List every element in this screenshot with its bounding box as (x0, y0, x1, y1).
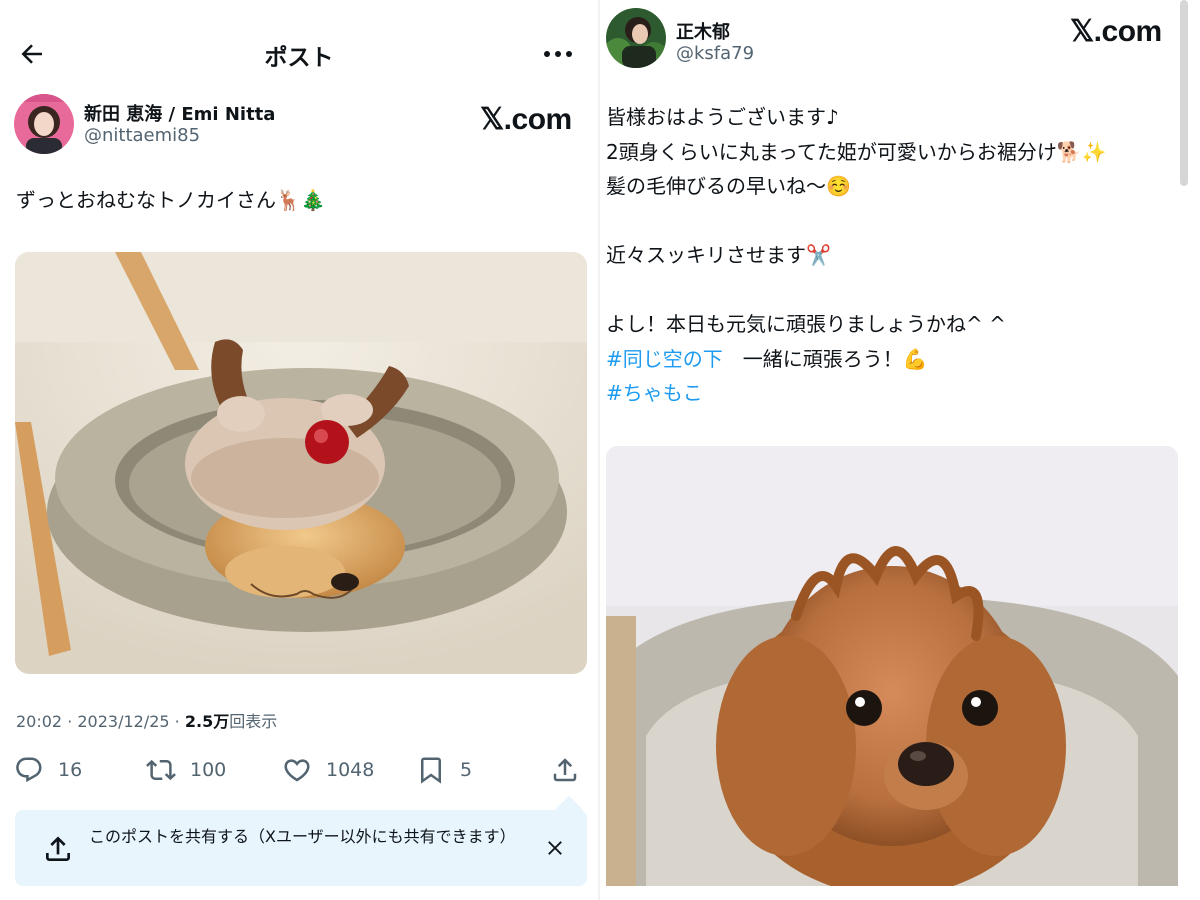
like-button[interactable]: 1048 (282, 748, 374, 792)
scrollbar[interactable] (1180, 0, 1188, 186)
bookmark-icon (421, 757, 441, 784)
bookmark-count: 5 (460, 759, 473, 781)
author-handle[interactable]: @nittaemi85 (84, 125, 200, 146)
reply-count: 16 (58, 759, 83, 781)
top-bar: ポスト (0, 22, 598, 82)
author-name[interactable]: 正木郁 (676, 18, 730, 44)
reply-icon (16, 757, 42, 783)
avatar-image (14, 94, 74, 154)
bookmark-button[interactable]: 5 (416, 748, 472, 792)
x-com-watermark: 𝕏.com (480, 103, 572, 136)
heart-icon (284, 759, 310, 782)
author-name[interactable]: 新田 恵海 / Emi Nitta (84, 100, 275, 126)
repost-count: 100 (190, 759, 227, 781)
share-icon (553, 758, 577, 782)
x-com-watermark: 𝕏.com (1070, 15, 1162, 48)
post-line: 髪の毛伸びるの早いね〜☺️ (606, 174, 851, 198)
share-button[interactable] (550, 748, 580, 792)
post-line: よし！本日も元気に頑張りましょうかね^ ^ (606, 312, 1006, 336)
repost-icon (146, 759, 176, 781)
more-button[interactable] (538, 38, 578, 70)
post-text: 皆様おはようございます♪ 2頭身くらいに丸まってた姫が可愛いからお裾分け🐕✨ 髪… (606, 100, 1166, 411)
post-line-rest: 一緒に頑張ろう！💪 (722, 346, 928, 371)
post-text: ずっとおねむなトノカイさん🦌🎄 (16, 188, 326, 212)
avatar[interactable] (14, 94, 74, 154)
sleeping-chihuahua-reindeer-hat-photo (15, 252, 587, 674)
screenshot-collage: ポスト 新田 恵海 / Emi Nitta @nittaemi85 𝕏.com … (0, 0, 1200, 900)
hashtag-link[interactable]: #同じ空の下 (606, 347, 723, 371)
share-banner[interactable]: このポストを共有する（Xユーザー以外にも共有できます） (15, 810, 587, 886)
page-title: ポスト (264, 45, 334, 71)
post-line: #ちゃもこ (606, 376, 1166, 411)
author-handle[interactable]: @ksfa79 (676, 43, 754, 64)
close-icon (548, 841, 562, 855)
upload-icon (41, 832, 75, 866)
post-date: 2023/12/25 (77, 712, 170, 731)
post-line: 2頭身くらいに丸まってた姫が可愛いからお裾分け🐕✨ (606, 139, 1107, 164)
action-bar: 16 100 1048 5 (0, 748, 598, 792)
second-post-panel: 正木郁 @ksfa79 𝕏.com 皆様おはようございます♪ 2頭身くらいに丸ま… (600, 0, 1200, 900)
fluffy-toy-poodle-photo (606, 446, 1178, 886)
repost-button[interactable]: 100 (146, 748, 226, 792)
post-line: 近々スッキリさせます✂️ (606, 243, 831, 267)
post-meta: 20:02 · 2023/12/25 · 2.5万回表示 (16, 712, 278, 731)
avatar-image (606, 8, 666, 68)
view-label: 回表示 (229, 712, 278, 731)
post-time: 20:02 (16, 712, 63, 731)
reply-button[interactable]: 16 (14, 748, 82, 792)
post-line: #同じ空の下 一緒に頑張ろう！💪 (606, 342, 1166, 377)
hashtag-link[interactable]: #ちゃもこ (606, 381, 703, 405)
share-banner-text: このポストを共有する（Xユーザー以外にも共有できます） (89, 827, 516, 846)
post-detail-panel: ポスト 新田 恵海 / Emi Nitta @nittaemi85 𝕏.com … (0, 0, 598, 900)
post-image[interactable] (15, 252, 587, 674)
close-button[interactable] (541, 834, 569, 862)
avatar[interactable] (606, 8, 666, 68)
post-line: 皆様おはようございます♪ (606, 105, 839, 129)
like-count: 1048 (326, 759, 375, 781)
post-image[interactable] (606, 446, 1178, 886)
more-dots-icon (544, 51, 572, 57)
view-count: 2.5万 (184, 712, 230, 731)
